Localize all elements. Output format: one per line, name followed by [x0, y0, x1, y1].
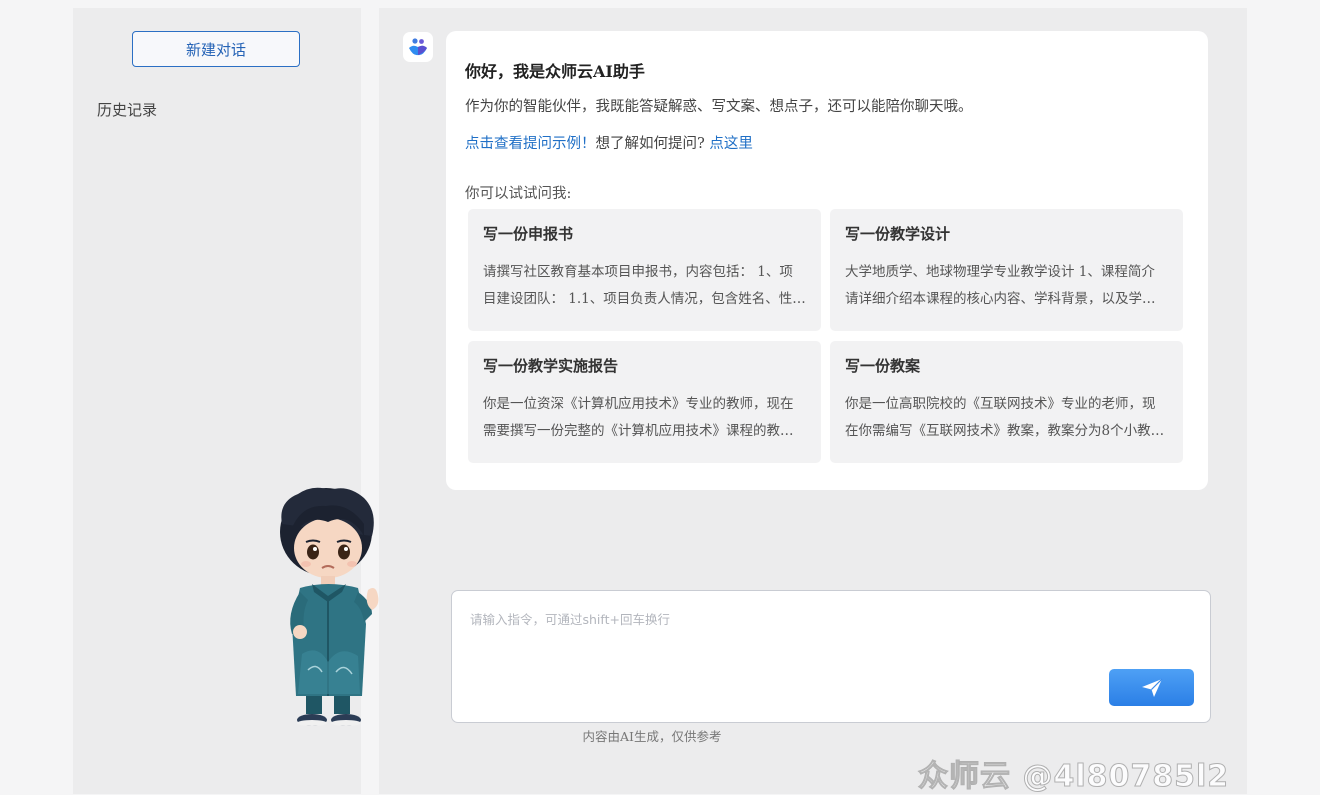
bot-avatar-icon [403, 32, 433, 62]
new-chat-button[interactable]: 新建对话 [132, 31, 300, 67]
try-label: 你可以试试问我: [465, 186, 572, 202]
suggestion-body: 大学地质学、地球物理学专业教学设计 1、课程简介 请详细介绍本课程的核心内容、学… [845, 264, 1156, 307]
suggestion-card[interactable]: 写一份申报书 请撰写社区教育基本项目申报书，内容包括： 1、项目建设团队： 1.… [468, 209, 821, 331]
greeting-description: 作为你的智能伙伴，我既能答疑解惑、写文案、想点子，还可以能陪你聊天哦。 [465, 99, 973, 115]
disclaimer-text: 内容由AI生成，仅供参考 [582, 729, 722, 744]
history-label: 历史记录 [97, 101, 158, 119]
suggestion-card[interactable]: 写一份教案 你是一位高职院校的《互联网技术》专业的老师，现在你需编写《互联网技术… [830, 341, 1183, 463]
examples-link[interactable]: 点击查看提问示例！ [465, 136, 596, 152]
send-button[interactable] [1109, 669, 1194, 706]
suggestion-title: 写一份教学设计 [845, 225, 951, 243]
suggestion-card[interactable]: 写一份教学实施报告 你是一位资深《计算机应用技术》专业的教师，现在需要撰写一份完… [468, 341, 821, 463]
help-link[interactable]: 点这里 [709, 136, 753, 152]
suggestion-body: 请撰写社区教育基本项目申报书，内容包括： 1、项目建设团队： 1.1、项目负责人… [483, 264, 793, 307]
help-line: 点击查看提问示例！想了解如何提问? 点这里 [465, 132, 753, 153]
welcome-card: 你好，我是众师云AI助手 作为你的智能伙伴，我既能答疑解惑、写文案、想点子，还可… [446, 31, 1208, 490]
suggestion-title: 写一份教案 [845, 357, 921, 375]
suggestion-title: 写一份教学实施报告 [483, 357, 619, 375]
ai-disclaimer: 内容由AI生成，仅供参考 [0, 726, 1320, 745]
send-icon [1141, 678, 1162, 697]
watermark: 众师云 @4l80785l2 [917, 759, 1230, 795]
chat-input-box [451, 590, 1211, 723]
help-text: 想了解如何提问? [595, 136, 705, 152]
suggestion-card[interactable]: 写一份教学设计 大学地质学、地球物理学专业教学设计 1、课程简介 请详细介绍本课… [830, 209, 1183, 331]
suggestion-title: 写一份申报书 [483, 225, 574, 243]
chat-main: 你好，我是众师云AI助手 作为你的智能伙伴，我既能答疑解惑、写文案、想点子，还可… [379, 8, 1247, 794]
mascot-figure [280, 487, 379, 726]
suggestion-body: 你是一位资深《计算机应用技术》专业的教师，现在需要撰写一份完整的《计算机应用技术… [483, 396, 794, 439]
greeting-title: 你好，我是众师云AI助手 [465, 62, 645, 81]
suggestion-body: 你是一位高职院校的《互联网技术》专业的老师，现在你需编写《互联网技术》教案，教案… [845, 396, 1165, 439]
chat-input[interactable] [470, 609, 1170, 659]
